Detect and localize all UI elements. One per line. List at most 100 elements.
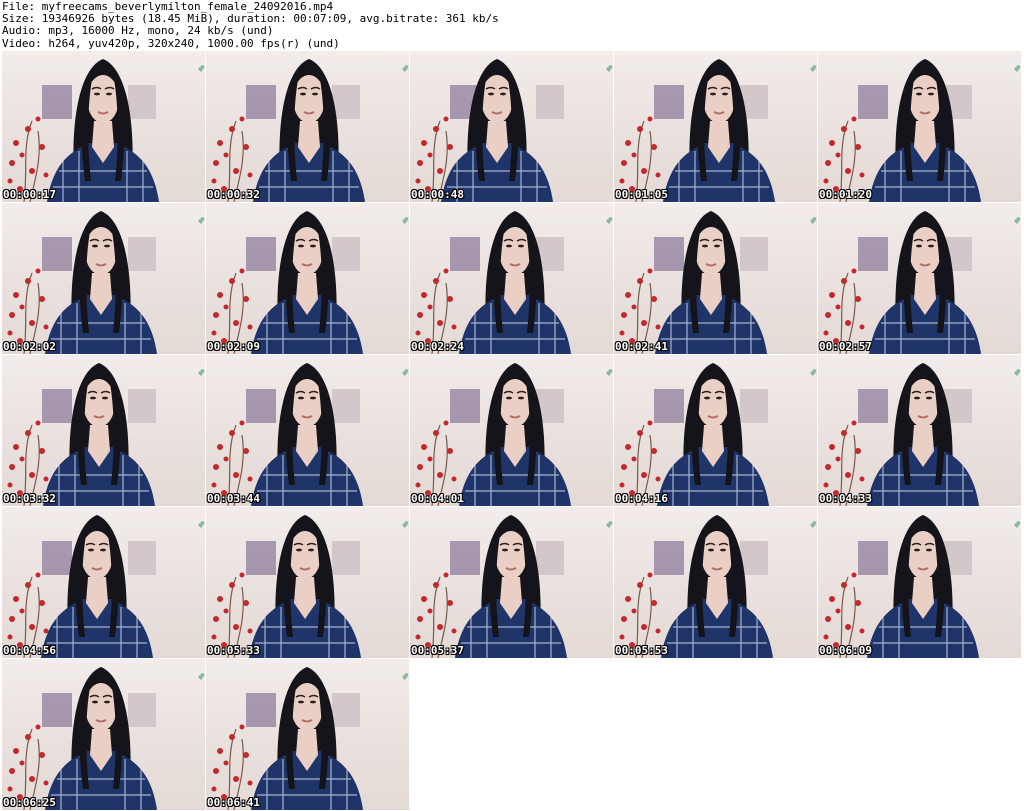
- frame-timestamp: 00:04:01: [411, 492, 464, 505]
- face: [293, 75, 325, 123]
- webcam-scene: [7, 59, 205, 202]
- wall-picture: [858, 237, 888, 271]
- video-thumbnail: 00:02:09: [206, 203, 409, 354]
- webcam-scene: [619, 211, 817, 354]
- frame-timestamp: 00:02:09: [207, 340, 260, 353]
- video-thumbnail: 00:02:02: [2, 203, 205, 354]
- video-thumbnail: 00:05:37: [410, 507, 613, 658]
- face: [291, 227, 323, 275]
- file-info-header: File: myfreecams_beverlymilton_female_24…: [0, 0, 1024, 50]
- face: [85, 227, 117, 275]
- face: [83, 379, 115, 427]
- frame-timestamp: 00:02:24: [411, 340, 464, 353]
- face: [81, 531, 113, 579]
- face: [703, 75, 735, 123]
- video-thumbnail: 00:06:09: [818, 507, 1021, 658]
- video-line: Video: h264, yuv420p, 320x240, 1000.00 f…: [2, 36, 340, 50]
- video-thumbnail: 00:02:41: [614, 203, 817, 354]
- face: [909, 75, 941, 123]
- webcam-scene: [415, 515, 613, 658]
- wall-picture: [42, 541, 72, 575]
- webcam-scene: [823, 515, 1021, 658]
- wall-picture: [450, 237, 480, 271]
- wall-picture: [42, 693, 72, 727]
- webcam-scene: [7, 515, 205, 658]
- webcam-scene: [211, 515, 409, 658]
- frame-timestamp: 00:02:02: [3, 340, 56, 353]
- face: [695, 227, 727, 275]
- video-thumbnail: 00:04:16: [614, 355, 817, 506]
- webcam-scene: [211, 59, 409, 202]
- face: [907, 531, 939, 579]
- webcam-scene: [619, 59, 817, 202]
- video-thumbnail: 00:04:33: [818, 355, 1021, 506]
- wall-picture: [42, 389, 72, 423]
- video-thumbnail: 00:03:32: [2, 355, 205, 506]
- wall-picture: [654, 85, 684, 119]
- webcam-scene: [7, 363, 205, 506]
- face: [701, 531, 733, 579]
- frame-timestamp: 00:06:25: [3, 796, 56, 809]
- webcam-scene: [211, 211, 409, 354]
- video-thumbnail: 00:06:41: [206, 659, 409, 810]
- video-thumbnail: 00:00:48: [410, 51, 613, 202]
- video-thumbnail: 00:03:44: [206, 355, 409, 506]
- webcam-scene: [415, 59, 613, 202]
- wall-picture: [654, 541, 684, 575]
- wall-picture: [858, 85, 888, 119]
- face: [87, 75, 119, 123]
- wall-picture: [858, 389, 888, 423]
- webcam-scene: [415, 363, 613, 506]
- wall-picture: [42, 237, 72, 271]
- frame-timestamp: 00:05:53: [615, 644, 668, 657]
- face: [907, 379, 939, 427]
- wall-picture: [246, 237, 276, 271]
- webcam-scene: [619, 363, 817, 506]
- webcam-scene: [823, 363, 1021, 506]
- video-thumbnail: 00:06:25: [2, 659, 205, 810]
- wall-picture: [450, 541, 480, 575]
- face: [697, 379, 729, 427]
- wall-picture: [858, 541, 888, 575]
- wall-picture: [450, 389, 480, 423]
- wall-picture: [654, 389, 684, 423]
- wall-picture: [246, 85, 276, 119]
- wall-picture: [246, 541, 276, 575]
- webcam-scene: [415, 211, 613, 354]
- webcam-scene: [211, 667, 409, 810]
- audio-line: Audio: mp3, 16000 Hz, mono, 24 kb/s (und…: [2, 24, 274, 38]
- webcam-scene: [619, 515, 817, 658]
- frame-timestamp: 00:02:57: [819, 340, 872, 353]
- frame-timestamp: 00:04:33: [819, 492, 872, 505]
- video-thumbnail: 00:05:53: [614, 507, 817, 658]
- frame-timestamp: 00:00:32: [207, 188, 260, 201]
- video-thumbnail: 00:01:05: [614, 51, 817, 202]
- video-thumbnail: 00:04:01: [410, 355, 613, 506]
- video-thumbnail: 00:00:32: [206, 51, 409, 202]
- frame-timestamp: 00:05:33: [207, 644, 260, 657]
- video-thumbnail: 00:01:20: [818, 51, 1021, 202]
- webcam-scene: [823, 59, 1021, 202]
- frame-timestamp: 00:03:44: [207, 492, 260, 505]
- video-thumbnail: 00:05:33: [206, 507, 409, 658]
- video-thumbnail: 00:04:56: [2, 507, 205, 658]
- frame-timestamp: 00:03:32: [3, 492, 56, 505]
- frame-timestamp: 00:02:41: [615, 340, 668, 353]
- webcam-scene: [7, 211, 205, 354]
- face: [499, 379, 531, 427]
- face: [291, 683, 323, 731]
- face: [291, 379, 323, 427]
- frame-timestamp: 00:00:17: [3, 188, 56, 201]
- wall-picture: [246, 389, 276, 423]
- video-thumbnail: 00:00:17: [2, 51, 205, 202]
- wall-picture: [42, 85, 72, 119]
- frame-timestamp: 00:06:41: [207, 796, 260, 809]
- video-thumbnail: 00:02:24: [410, 203, 613, 354]
- webcam-scene: [7, 667, 205, 810]
- frame-timestamp: 00:01:20: [819, 188, 872, 201]
- frame-timestamp: 00:04:16: [615, 492, 668, 505]
- face: [909, 227, 941, 275]
- thumbnail-grid: 00:00:17 00:00:32 00:00:48 00:01:05 00:01:20…: [2, 51, 1022, 810]
- face: [481, 75, 513, 123]
- frame-timestamp: 00:06:09: [819, 644, 872, 657]
